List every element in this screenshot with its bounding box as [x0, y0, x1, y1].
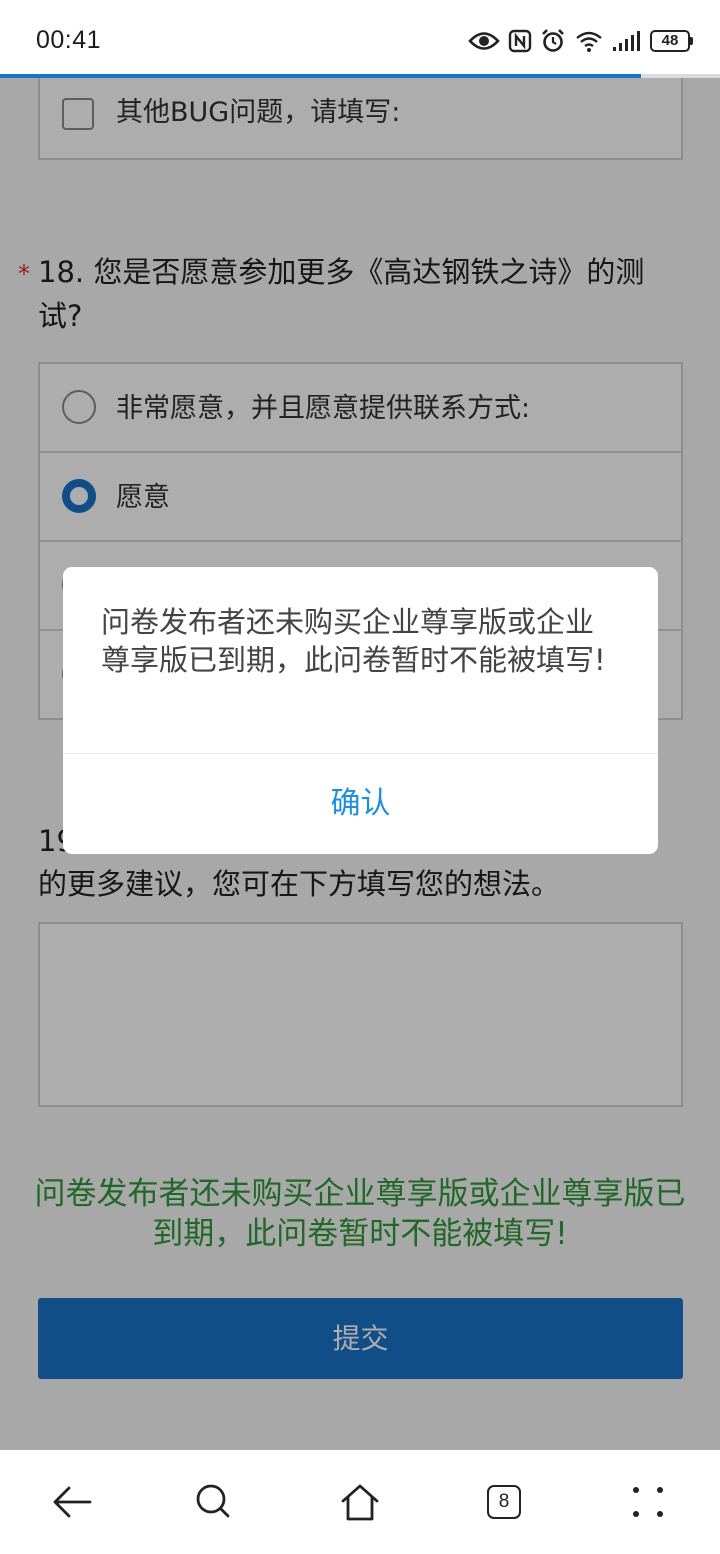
browser-nav-bar: 8 [0, 1450, 720, 1554]
wifi-icon [574, 29, 604, 53]
home-icon[interactable] [332, 1476, 388, 1528]
nfc-icon [508, 29, 532, 53]
back-icon[interactable] [44, 1476, 100, 1528]
page-progress-fill [0, 74, 641, 78]
page-progress-bar [0, 74, 720, 78]
dialog-message: 问卷发布者还未购买企业尊享版或企业尊享版已到期，此问卷暂时不能被填写! [101, 605, 606, 677]
confirm-button[interactable]: 确认 [63, 754, 658, 854]
tabs-icon[interactable]: 8 [476, 1476, 532, 1528]
signal-icon [612, 30, 642, 52]
eye-icon [468, 30, 500, 52]
search-icon[interactable] [186, 1476, 242, 1528]
alert-dialog: 问卷发布者还未购买企业尊享版或企业尊享版已到期，此问卷暂时不能被填写! 确认 [63, 567, 658, 854]
more-icon[interactable] [620, 1476, 676, 1528]
status-time: 00:41 [36, 26, 102, 54]
tab-count: 8 [487, 1485, 521, 1519]
status-bar: 00:41 48 [0, 0, 720, 74]
battery-icon: 48 [650, 30, 693, 52]
status-icons: 48 [468, 24, 693, 58]
alarm-icon [540, 28, 566, 54]
